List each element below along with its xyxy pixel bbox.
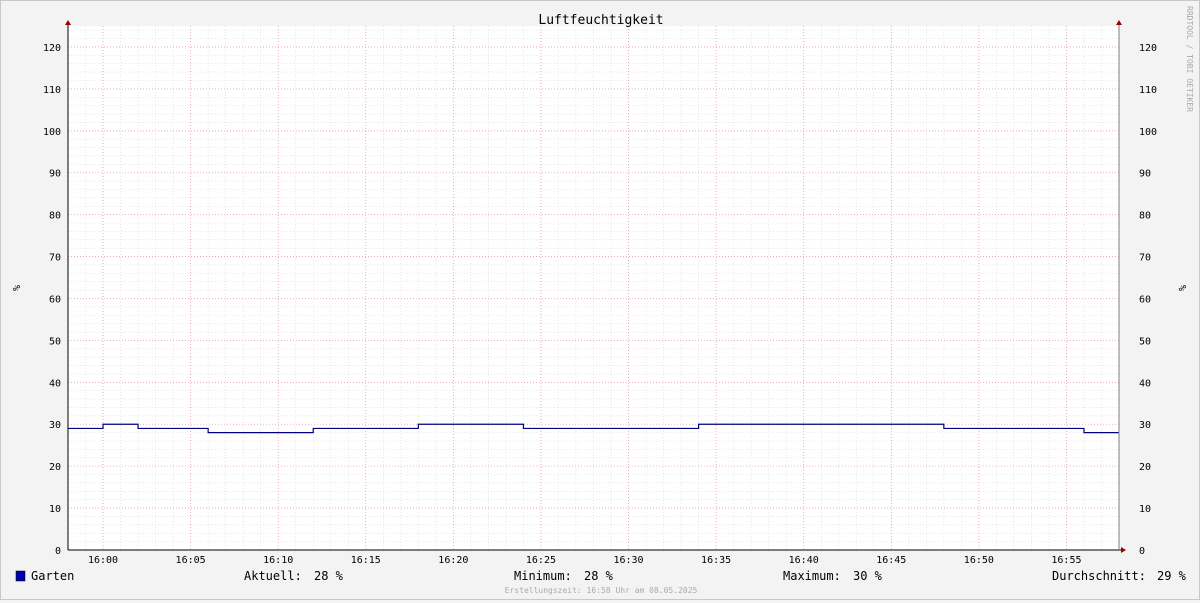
x-tick-label: 16:45 [876,555,906,566]
y-tick-label-right: 20 [1139,462,1151,473]
y-tick-label-left: 0 [55,546,61,557]
y-tick-label-right: 30 [1139,420,1151,431]
y-tick-label-right: 90 [1139,169,1151,180]
min-label: Minimum: [514,569,572,583]
y-tick-label-left: 20 [49,462,61,473]
y-tick-label-left: 120 [43,43,61,54]
y-tick-label-right: 60 [1139,294,1151,305]
y-tick-label-left: 50 [49,336,61,347]
y-tick-label-left: 100 [43,127,61,138]
y-tick-label-left: 30 [49,420,61,431]
y-axis-right: 0 10 20 30 40 50 60 70 80 90 100 110 120 [1139,43,1157,557]
legend-swatch [15,570,26,582]
watermark: RRDTOOL / TOBI OETIKER [1185,6,1194,112]
x-tick-label: 16:35 [701,555,731,566]
y-axis-left: 0 10 20 30 40 50 60 70 80 90 100 110 120 [43,43,61,557]
y-tick-label-left: 90 [49,169,61,180]
x-tick-label: 16:20 [438,555,468,566]
y-tick-label-right: 40 [1139,378,1151,389]
y-tick-label-right: 110 [1139,85,1157,96]
max-label: Maximum: [783,569,841,583]
y-tick-label-left: 40 [49,378,61,389]
y-tick-label-right: 10 [1139,504,1151,515]
y-tick-label-right: 80 [1139,211,1151,222]
chart-frame: 0 10 20 30 40 50 60 70 80 90 100 110 120 0 10 20 30 40 50… [0,0,1200,600]
footer-timestamp: Erstellungszeit: 16:58 Uhr am 08.05.2025 [505,586,698,595]
y-tick-label-right: 120 [1139,43,1157,54]
x-tick-label: 16:50 [964,555,994,566]
x-tick-label: 16:00 [88,555,118,566]
x-tick-label: 16:05 [176,555,206,566]
x-tick-label: 16:15 [351,555,381,566]
x-tick-label: 16:10 [263,555,293,566]
humidity-chart: 0 10 20 30 40 50 60 70 80 90 100 110 120 0 10 20 30 40 50… [10,6,1194,595]
x-axis: 16:00 16:05 16:10 16:15 16:20 16:25 16:30 16:35… [88,555,1082,566]
y-axis-label-left: % [10,285,21,291]
y-tick-label-right: 70 [1139,253,1151,264]
current-value: 28 % [314,569,344,583]
x-axis-arrow [1121,547,1126,553]
x-tick-label: 16:55 [1051,555,1081,566]
min-value: 28 % [584,569,614,583]
chart-title: Luftfeuchtigkeit [538,13,663,28]
y-tick-label-left: 60 [49,294,61,305]
max-value: 30 % [853,569,883,583]
y-axis-arrow-left [65,20,71,25]
y-axis-label-right: % [1176,285,1187,291]
avg-label: Durchschnitt: [1052,569,1146,583]
legend-series-name: Garten [31,569,74,583]
y-tick-label-right: 100 [1139,127,1157,138]
current-label: Aktuell: [244,569,302,583]
y-tick-label-right: 50 [1139,336,1151,347]
x-tick-label: 16:30 [613,555,643,566]
avg-value: 29 % [1157,569,1187,583]
y-tick-label-left: 70 [49,253,61,264]
y-tick-label-right: 0 [1139,546,1145,557]
y-tick-label-left: 80 [49,211,61,222]
x-tick-label: 16:25 [526,555,556,566]
x-tick-label: 16:40 [789,555,819,566]
y-tick-label-left: 110 [43,85,61,96]
y-axis-arrow-right [1116,20,1122,25]
y-tick-label-left: 10 [49,504,61,515]
